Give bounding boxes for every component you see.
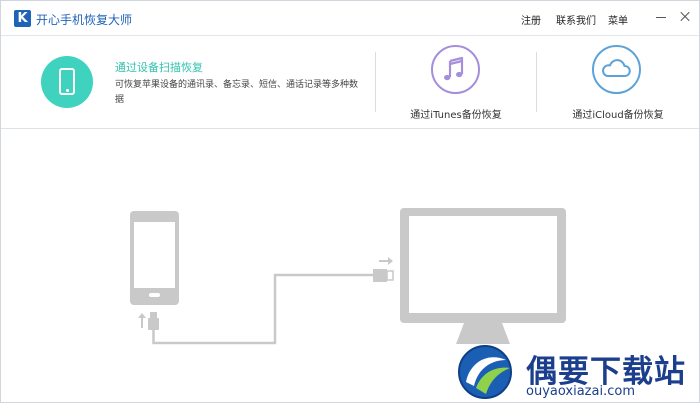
main-menu[interactable]: 菜单 bbox=[608, 12, 628, 27]
phone-outline-icon bbox=[130, 211, 179, 305]
watermark-logo-icon bbox=[458, 345, 512, 399]
contact-us-menu[interactable]: 联系我们 bbox=[556, 12, 596, 27]
itunes-backup-mode[interactable]: 通过iTunes备份恢复 bbox=[376, 36, 536, 128]
watermark-url: ouyaoxiazai.com bbox=[526, 384, 635, 399]
app-logo-icon: K bbox=[14, 10, 31, 27]
icloud-backup-label: 通过iCloud备份恢复 bbox=[572, 110, 664, 121]
phone-icon bbox=[59, 68, 75, 95]
register-menu[interactable]: 注册 bbox=[521, 12, 541, 27]
app-title: 开心手机恢复大师 bbox=[36, 13, 133, 27]
device-scan-icon-circle bbox=[41, 56, 93, 108]
device-scan-title: 通过设备扫描恢复 bbox=[115, 61, 203, 74]
usb-plug-icon bbox=[373, 269, 394, 282]
music-note-icon bbox=[444, 56, 464, 81]
minimize-icon[interactable] bbox=[653, 9, 669, 25]
itunes-icon-ring bbox=[431, 45, 480, 94]
app-window: K 开心手机恢复大师 注册 联系我们 菜单 通过设备扫描恢复 可恢复苹果设备的通… bbox=[0, 0, 700, 403]
close-icon[interactable] bbox=[677, 9, 693, 25]
icloud-icon-ring bbox=[592, 45, 641, 94]
device-scan-mode[interactable]: 通过设备扫描恢复 可恢复苹果设备的通讯录、备忘录、短信、通话记录等多种数据 bbox=[1, 36, 375, 128]
lightning-plug-icon bbox=[148, 312, 159, 330]
usb-cable-icon bbox=[152, 273, 373, 345]
device-scan-description: 可恢复苹果设备的通讯录、备忘录、短信、通话记录等多种数据 bbox=[115, 80, 359, 105]
right-arrow-icon bbox=[379, 257, 393, 265]
watermark: 偶要下载站 ouyaoxiazai.com bbox=[456, 342, 696, 402]
itunes-backup-label: 通过iTunes备份恢复 bbox=[410, 110, 502, 121]
icloud-backup-mode[interactable]: 通过iCloud备份恢复 bbox=[537, 36, 699, 128]
up-arrow-icon bbox=[138, 313, 146, 328]
title-bar: K 开心手机恢复大师 注册 联系我们 菜单 bbox=[1, 1, 699, 35]
monitor-outline-icon bbox=[400, 208, 566, 344]
cloud-icon bbox=[602, 59, 631, 77]
recovery-mode-bar: 通过设备扫描恢复 可恢复苹果设备的通讯录、备忘录、短信、通话记录等多种数据 通过… bbox=[1, 35, 699, 129]
